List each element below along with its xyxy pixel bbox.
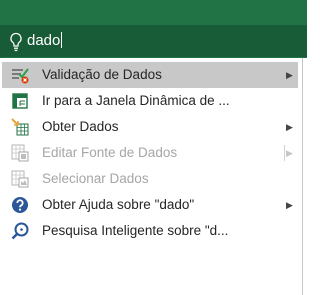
get-data-icon: [11, 118, 29, 136]
select-data-icon: [11, 170, 29, 188]
pivot-window-icon: [12, 93, 28, 109]
menu-item-label: Pesquisa Inteligente sobre "d...: [42, 223, 229, 238]
submenu-arrow-icon: ▶: [286, 148, 293, 158]
menu-item-pesquisa-inteligente[interactable]: Pesquisa Inteligente sobre "d...: [2, 218, 298, 244]
menu-item-editar-fonte-de-dados: Editar Fonte de Dados ▶: [2, 140, 298, 166]
help-icon: [12, 197, 28, 213]
data-validation-icon: [12, 68, 29, 84]
menu-item-selecionar-dados: Selecionar Dados: [2, 166, 298, 192]
tell-me-search-box[interactable]: dado: [0, 25, 307, 57]
menu-item-label: Obter Dados: [42, 119, 119, 134]
edit-data-source-icon: [11, 144, 29, 162]
submenu-arrow-icon: ▶: [286, 70, 293, 80]
menu-item-label: Editar Fonte de Dados: [42, 145, 178, 160]
smart-lookup-icon: [11, 222, 29, 240]
lightbulb-icon: [10, 32, 22, 52]
menu-item-obter-dados[interactable]: Obter Dados ▶: [2, 114, 298, 140]
split-separator: [284, 145, 285, 161]
menu-item-label: Obter Ajuda sobre "dado": [42, 197, 195, 212]
ribbon-header: dado: [0, 0, 307, 58]
search-query-text: dado: [27, 32, 61, 49]
menu-item-obter-ajuda[interactable]: Obter Ajuda sobre "dado" ▶: [2, 192, 298, 218]
search-results-menu: Validação de Dados ▶ Ir para a Janela Di…: [0, 58, 303, 295]
submenu-arrow-icon: ▶: [286, 122, 293, 132]
text-caret: [61, 32, 63, 48]
menu-item-validacao-de-dados[interactable]: Validação de Dados ▶: [2, 62, 298, 88]
search-input[interactable]: dado: [27, 32, 63, 50]
menu-item-janela-dinamica[interactable]: Ir para a Janela Dinâmica de ...: [2, 88, 298, 114]
menu-item-label: Ir para a Janela Dinâmica de ...: [42, 93, 230, 108]
menu-item-label: Selecionar Dados: [42, 171, 149, 186]
menu-item-label: Validação de Dados: [42, 67, 162, 82]
submenu-arrow-icon: ▶: [286, 200, 293, 210]
